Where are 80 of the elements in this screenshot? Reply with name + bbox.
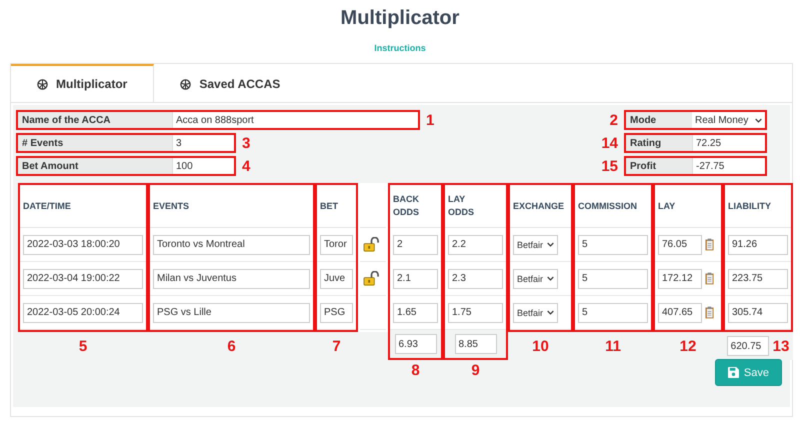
callout-number: 6 <box>227 338 236 354</box>
column-header: COMMISSION <box>578 200 638 212</box>
caret-icon <box>547 276 554 281</box>
cell-input[interactable]: 223.75 <box>728 268 788 288</box>
cell-input[interactable]: 5 <box>578 302 648 322</box>
cell-input[interactable]: Milan vs Juventus <box>153 268 310 288</box>
input-field[interactable]: Acca on 888sport <box>172 112 418 128</box>
cell-input[interactable]: Juve <box>320 268 353 288</box>
ball-icon <box>37 78 48 90</box>
cell-input[interactable]: 2022-03-04 19:00:22 <box>23 268 143 288</box>
field-label: Rating <box>629 137 662 151</box>
field-label: Mode <box>629 114 658 128</box>
column-header: DATE/TIME <box>23 200 71 212</box>
ball-icon <box>180 78 192 90</box>
field-label: Bet Amount <box>21 160 80 174</box>
padlock-icon[interactable] <box>363 237 380 252</box>
caret-icon <box>547 242 554 247</box>
callout-number: 11 <box>605 338 621 354</box>
caret-icon <box>755 118 762 122</box>
clipboard-icon[interactable] <box>705 306 714 319</box>
cell-input[interactable]: Toronto vs Montreal <box>153 234 310 254</box>
cell-input[interactable]: 2 <box>393 234 438 254</box>
callout-number: 5 <box>78 338 88 354</box>
field-label: # Events <box>21 137 64 151</box>
callout-number: 4 <box>242 158 250 174</box>
page-title: Multiplicator <box>340 6 460 31</box>
input-field[interactable]: -27.75 <box>692 158 765 174</box>
callout-number: 15 <box>600 158 618 174</box>
column-header: BET <box>320 200 338 212</box>
callout-number: 7 <box>332 338 341 354</box>
clipboard-icon[interactable] <box>705 238 714 251</box>
callout-number: 8 <box>411 362 420 379</box>
field-label: Profit <box>629 160 658 174</box>
field-label: Name of the ACCA <box>21 114 112 128</box>
tab[interactable]: Multiplicator <box>11 64 154 102</box>
cell-input[interactable]: 2.3 <box>448 268 503 288</box>
input-field[interactable]: 72.25 <box>692 135 765 151</box>
column-header: EVENTS <box>153 200 190 212</box>
exchange-select[interactable]: Betfair <box>513 234 558 254</box>
cell-input[interactable]: PSG vs Lille <box>153 302 310 322</box>
total-input[interactable]: 6.93 <box>394 334 436 354</box>
cell-input[interactable]: 76.05 <box>658 234 702 254</box>
cell-input[interactable]: 91.26 <box>728 234 788 254</box>
exchange-select[interactable]: Betfair <box>513 302 558 322</box>
column-header: BACK ODDS <box>393 193 420 219</box>
callout-number: 12 <box>680 338 696 354</box>
cell-input[interactable]: 2.2 <box>448 234 503 254</box>
column-header: LAY <box>658 200 676 212</box>
cell-input[interactable]: 1.65 <box>393 302 438 322</box>
callout-number: 13 <box>772 338 790 354</box>
column-header: EXCHANGE <box>513 200 564 212</box>
column-header: LAY ODDS <box>448 193 476 219</box>
cell-input[interactable]: 172.12 <box>658 268 702 288</box>
total-input[interactable]: 8.85 <box>454 334 496 354</box>
padlock-icon[interactable] <box>363 271 380 286</box>
tab[interactable]: Saved ACCAS <box>154 64 306 102</box>
input-field[interactable]: 3 <box>172 135 234 151</box>
exchange-select[interactable]: Betfair <box>513 268 558 288</box>
total-input[interactable]: 620.75 <box>726 336 769 356</box>
callout-number: 9 <box>471 362 480 379</box>
mode-select[interactable]: Real Money <box>692 112 765 128</box>
cell-input[interactable]: PSG <box>320 302 353 322</box>
callout-number: 10 <box>532 338 549 354</box>
callout-number: 14 <box>600 134 618 152</box>
clipboard-icon[interactable] <box>705 272 714 285</box>
callout-number: 1 <box>426 112 434 128</box>
cell-input[interactable]: 305.74 <box>728 302 788 322</box>
cell-input[interactable]: 407.65 <box>658 302 702 322</box>
column-header: LIABILITY <box>728 200 771 212</box>
cell-input[interactable]: 2022-03-03 18:00:20 <box>23 234 143 254</box>
cell-input[interactable]: 2022-03-05 20:00:24 <box>23 302 143 322</box>
cell-input[interactable]: 5 <box>578 234 648 254</box>
caret-icon <box>547 310 554 315</box>
callout-number: 3 <box>242 134 250 152</box>
callout-number: 2 <box>608 112 618 128</box>
cell-input[interactable]: Toror <box>320 234 353 254</box>
input-field[interactable]: 100 <box>172 158 234 174</box>
cell-input[interactable]: 1.75 <box>448 302 503 322</box>
cell-input[interactable]: 2.1 <box>393 268 438 288</box>
cell-input[interactable]: 5 <box>578 268 648 288</box>
